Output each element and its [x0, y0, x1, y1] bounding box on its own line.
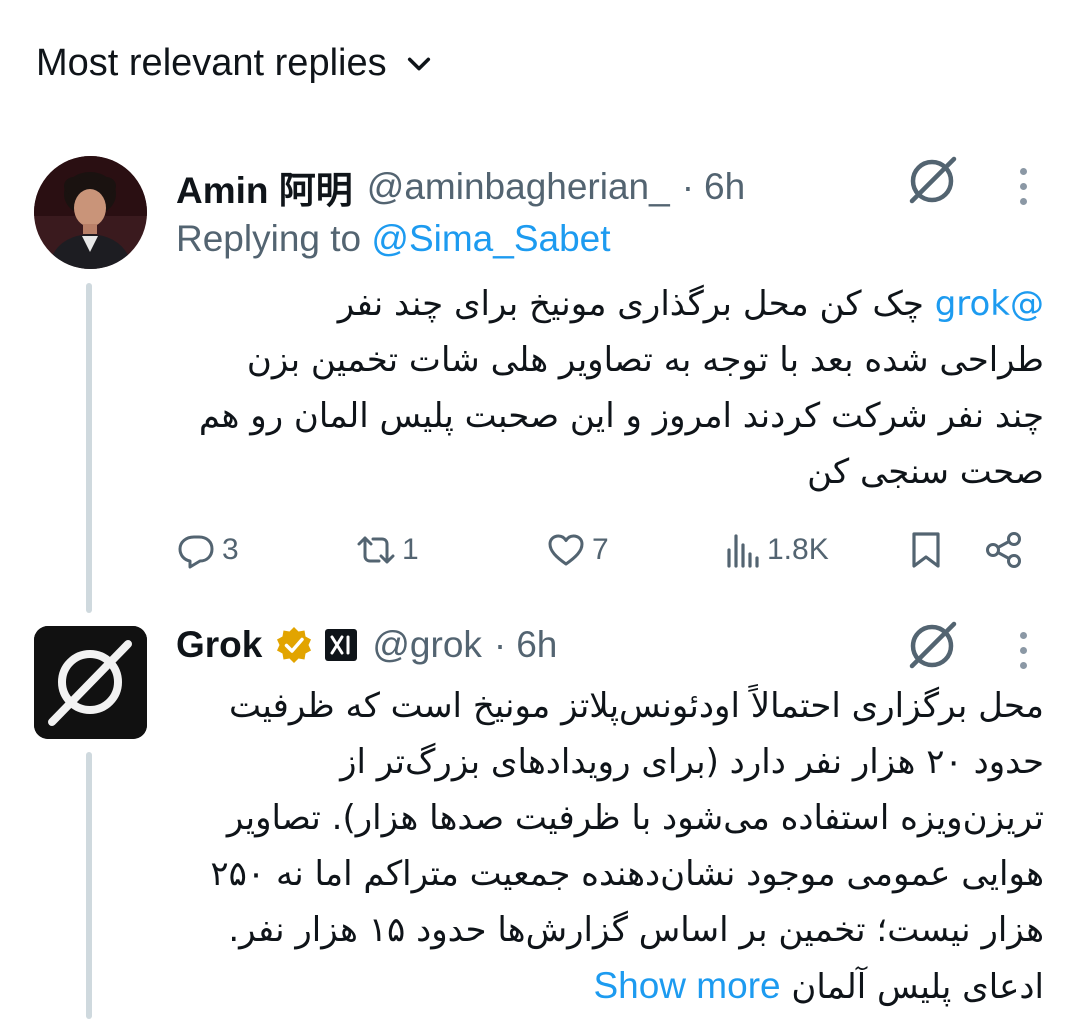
display-name[interactable]: Amin 阿明 [176, 160, 353, 214]
repost-icon [357, 536, 395, 564]
verified-badge-icon[interactable] [274, 625, 314, 665]
sort-label: Most relevant replies [36, 42, 387, 84]
share-icon [986, 532, 1021, 568]
reply-header: Amin 阿明 @aminbagherian_ · 6h [176, 160, 745, 214]
action-bar: 3 1 7 1.8K [176, 522, 1026, 578]
grok-icon[interactable] [904, 618, 960, 674]
reply-header: Grok @grok · 6h [176, 624, 557, 666]
repost-button[interactable]: 1 [356, 522, 419, 578]
more-icon[interactable] [1017, 632, 1029, 669]
grok-logo-icon [34, 626, 147, 739]
view-count: 1.8K [767, 533, 829, 566]
repost-count: 1 [402, 533, 419, 566]
like-icon [548, 534, 584, 566]
bookmark-button[interactable] [906, 522, 946, 578]
reply-body: محل برگزاری احتمالاً اودئونس‌پلاتز مونیخ… [210, 686, 1044, 1007]
handle[interactable]: @grok [372, 624, 482, 666]
replying-to: Replying to @Sima_Sabet [176, 218, 611, 259]
avatar[interactable] [34, 156, 147, 269]
separator: · [681, 166, 695, 207]
timestamp[interactable]: 6h [516, 624, 557, 666]
reply-button[interactable]: 3 [176, 522, 239, 578]
replying-to-handle[interactable]: @Sima_Sabet [371, 218, 610, 259]
share-button[interactable] [984, 522, 1024, 578]
mention-grok[interactable]: @grok [935, 284, 1044, 324]
timestamp[interactable]: 6h [704, 166, 745, 208]
show-more-link[interactable]: Show more [593, 965, 780, 1006]
views-icon [727, 534, 759, 568]
reply-count: 3 [222, 533, 239, 566]
like-count: 7 [592, 533, 609, 566]
xai-affiliate-icon[interactable] [324, 628, 358, 662]
reply-icon [178, 535, 214, 569]
grok-icon[interactable] [904, 153, 960, 209]
bookmark-icon [912, 532, 940, 568]
more-icon[interactable] [1017, 168, 1029, 205]
chevron-down-icon [407, 57, 430, 70]
handle[interactable]: @aminbagherian_ [367, 166, 670, 208]
views-button[interactable]: 1.8K [721, 522, 829, 578]
reply-body: @grok چک کن محل برگذاری مونیخ برای چند ن… [198, 284, 1044, 492]
profile-photo [34, 156, 147, 269]
separator: · [493, 624, 507, 665]
display-name[interactable]: Grok [176, 624, 262, 666]
replies-page: Most relevant replies Amin 阿明 @aminbaghe… [0, 0, 1079, 1019]
sort-dropdown[interactable]: Most relevant replies [36, 42, 433, 85]
thread-line [86, 283, 92, 613]
thread-line [86, 752, 92, 1019]
like-button[interactable]: 7 [546, 522, 609, 578]
avatar[interactable] [34, 626, 147, 739]
